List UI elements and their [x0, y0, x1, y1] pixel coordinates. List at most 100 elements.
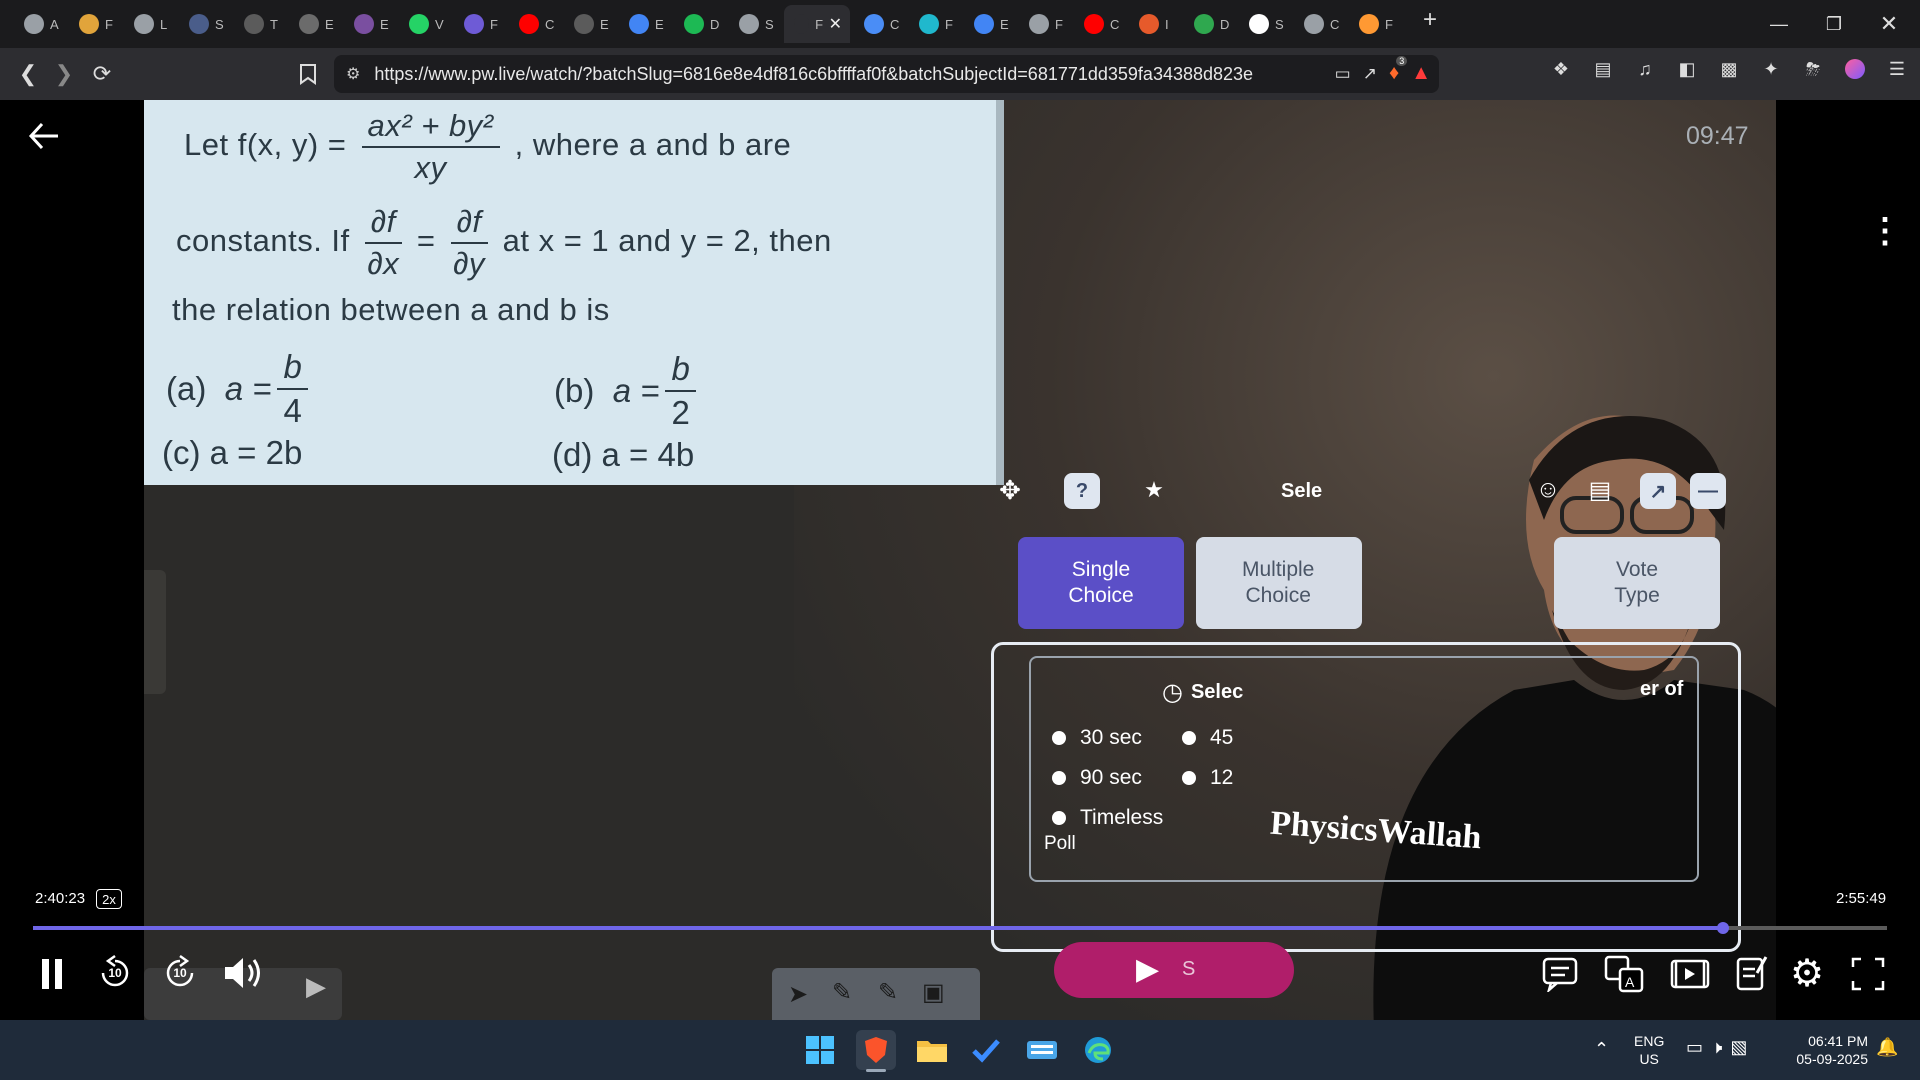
browser-tab[interactable]: C	[509, 5, 555, 43]
translate-icon[interactable]: A	[1604, 954, 1644, 994]
cast-icon[interactable]: ▭	[1335, 64, 1351, 84]
timer-option-45[interactable]: 45	[1182, 726, 1233, 750]
menu-icon[interactable]: ☰	[1884, 56, 1910, 82]
browser-tab[interactable]: F	[454, 5, 500, 43]
browser-tab[interactable]: S	[1239, 5, 1285, 43]
more-options-icon[interactable]: ⋮	[1868, 214, 1902, 248]
browser-tab[interactable]: I	[1129, 5, 1175, 43]
tray-expand-icon[interactable]: ⌃	[1594, 1040, 1609, 1058]
wallet-icon[interactable]: ▩	[1716, 56, 1742, 82]
tab-title: V	[435, 16, 444, 32]
browser-tab[interactable]: E	[344, 5, 390, 43]
notification-bell-icon[interactable]: 🔔	[1876, 1038, 1898, 1056]
browser-tab[interactable]: S	[729, 5, 775, 43]
network-icon[interactable]: ▭	[1686, 1038, 1703, 1056]
browser-tab[interactable]: F	[1349, 5, 1395, 43]
browser-tab[interactable]: D	[674, 5, 720, 43]
taskbar-clock[interactable]: 06:41 PM 05-09-2025	[1780, 1032, 1868, 1068]
browser-tab[interactable]: C	[854, 5, 900, 43]
brave-shields-icon[interactable]: ♦ 3	[1389, 56, 1408, 85]
seek-bar-handle[interactable]	[1716, 922, 1729, 934]
forward-button[interactable]: ❯	[46, 56, 82, 92]
forward-10-button[interactable]: 10	[159, 952, 201, 994]
speaker-icon[interactable]: 🕨	[1711, 1038, 1722, 1056]
fullscreen-icon[interactable]	[1848, 954, 1888, 994]
feedback-icon[interactable]: ☺	[1528, 470, 1568, 510]
video-player[interactable]: ⋮ Let f(x, y) = ax² + by² xy , where a an…	[0, 100, 1920, 1020]
browser-tab[interactable]: E	[564, 5, 610, 43]
site-settings-icon[interactable]: ⚙	[346, 64, 360, 84]
profile-avatar[interactable]	[1842, 56, 1868, 82]
leaderboard-icon[interactable]: ★	[1134, 470, 1174, 510]
browser-tab[interactable]: F ✕	[784, 5, 850, 43]
browser-tab[interactable]: E	[964, 5, 1010, 43]
address-bar[interactable]: ⚙ https://www.pw.live/watch/?batchSlug=6…	[334, 55, 1439, 93]
vpn-icon[interactable]: ⛈	[1800, 56, 1826, 82]
keyboard-app-icon[interactable]	[1022, 1030, 1062, 1070]
system-tray[interactable]: ▭ 🕨 ▧	[1686, 1038, 1747, 1056]
google-icon	[629, 14, 649, 34]
timer-option-120[interactable]: 12	[1182, 766, 1233, 790]
todo-icon[interactable]	[966, 1030, 1006, 1070]
media-icon[interactable]: ♫	[1632, 56, 1658, 82]
browser-tab[interactable]: F	[69, 5, 115, 43]
move-icon[interactable]: ✥	[990, 470, 1030, 510]
close-tab-icon[interactable]: ✕	[829, 14, 842, 34]
minimize-button[interactable]: —	[1750, 0, 1808, 48]
browser-tab[interactable]: F	[1019, 5, 1065, 43]
battery-icon[interactable]: ▧	[1730, 1038, 1747, 1056]
bookmark-icon[interactable]	[290, 56, 326, 92]
browser-tab[interactable]: E	[619, 5, 665, 43]
browser-tab[interactable]: V	[399, 5, 445, 43]
vote-type-button[interactable]: Vote Type	[1554, 537, 1720, 629]
tab-title: A	[50, 16, 59, 32]
close-window-button[interactable]: ✕	[1860, 0, 1918, 48]
browser-tab[interactable]: F	[909, 5, 955, 43]
notes-icon[interactable]	[1734, 952, 1770, 994]
browser-tab[interactable]: E	[289, 5, 335, 43]
timer-option-timeless[interactable]: Timeless	[1052, 806, 1163, 830]
browser-tab[interactable]: C	[1294, 5, 1340, 43]
seek-bar[interactable]	[33, 922, 1887, 934]
start-button[interactable]	[800, 1030, 840, 1070]
chat-icon[interactable]: ▤	[1580, 470, 1620, 510]
picture-in-picture-icon[interactable]	[1670, 954, 1710, 994]
browser-tab[interactable]: S	[179, 5, 225, 43]
new-tab-button[interactable]: +	[1414, 6, 1446, 34]
option-b: (b) a = b2	[554, 350, 702, 432]
browser-tab[interactable]: A	[14, 5, 60, 43]
rewind-10-button[interactable]: 10	[94, 952, 136, 994]
browser-tab[interactable]: D	[1184, 5, 1230, 43]
single-choice-button[interactable]: Single Choice	[1018, 537, 1184, 629]
file-explorer-icon[interactable]	[912, 1030, 952, 1070]
speed-badge[interactable]: 2x	[96, 889, 122, 909]
back-button[interactable]: ❮	[10, 56, 46, 92]
language-indicator[interactable]: ENG US	[1634, 1032, 1664, 1068]
pause-button[interactable]	[36, 954, 68, 994]
question-icon[interactable]: ?	[1064, 473, 1100, 509]
multiple-choice-button[interactable]: Multiple Choice	[1196, 537, 1362, 629]
restore-button[interactable]: ❐	[1805, 0, 1863, 48]
browser-tab[interactable]: T	[234, 5, 280, 43]
sidebar-icon[interactable]: ◧	[1674, 56, 1700, 82]
expand-icon[interactable]: ↗	[1640, 473, 1676, 509]
share-icon[interactable]: ↗	[1363, 64, 1377, 84]
minimize-poll-icon[interactable]: —	[1690, 473, 1726, 509]
chat-panel-icon[interactable]	[1540, 954, 1580, 994]
leo-ai-icon[interactable]: ✦	[1758, 56, 1784, 82]
browser-tab[interactable]: L	[124, 5, 170, 43]
timer-option-30[interactable]: 30 sec	[1052, 726, 1142, 750]
brave-rewards-icon[interactable]: ▲	[1411, 62, 1431, 85]
reload-button[interactable]: ⟳	[84, 56, 120, 92]
edge-icon[interactable]	[1078, 1030, 1118, 1070]
volume-button[interactable]	[220, 952, 266, 994]
timer-option-90[interactable]: 90 sec	[1052, 766, 1142, 790]
extensions-icon[interactable]: ❖	[1548, 56, 1574, 82]
next-button[interactable]: ▶	[304, 968, 328, 1004]
start-poll-button[interactable]: ▶ S	[1054, 942, 1294, 998]
brave-taskbar-icon[interactable]	[856, 1030, 896, 1072]
browser-tab[interactable]: C	[1074, 5, 1120, 43]
settings-gear-icon[interactable]: ⚙	[1786, 952, 1828, 995]
reader-mode-icon[interactable]: ▤	[1590, 56, 1616, 82]
back-arrow-icon[interactable]	[26, 118, 62, 154]
